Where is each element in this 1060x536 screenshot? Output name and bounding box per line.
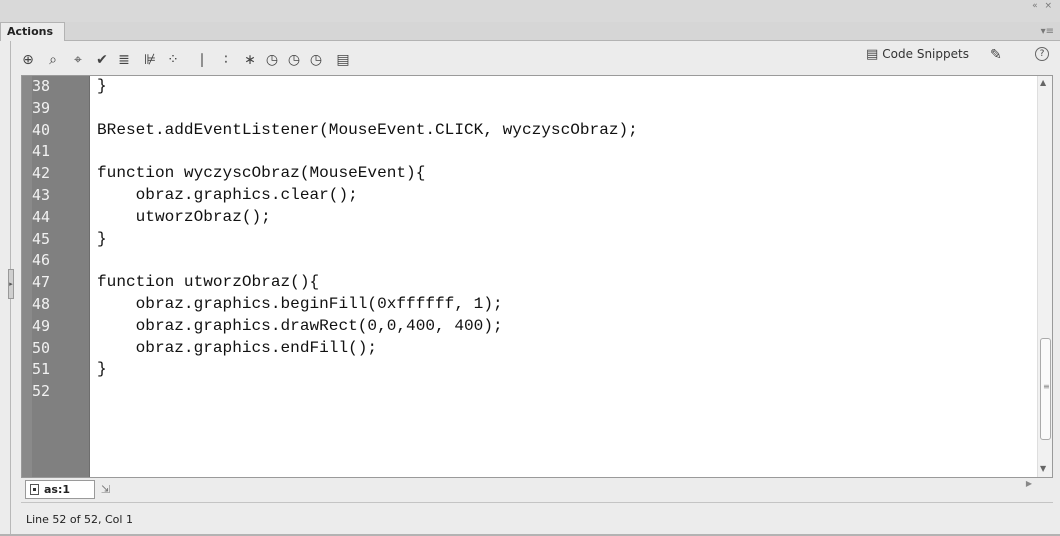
code-line[interactable]: obraz.graphics.beginFill(0xffffff, 1); (97, 294, 503, 315)
code-line[interactable]: } (97, 359, 107, 380)
line-number: 49 (32, 316, 51, 335)
apply-line-comment-icon[interactable]: ◷ (284, 50, 304, 70)
scroll-thumb[interactable]: ≡ (1040, 338, 1051, 440)
line-number: 48 (32, 295, 51, 313)
code-line[interactable]: obraz.graphics.drawRect(0,0,400, 400); (97, 316, 503, 337)
code-snippets-button[interactable]: ▤ Code Snippets (866, 47, 969, 67)
scroll-right-icon[interactable]: ▶ (1026, 479, 1032, 488)
line-number: 40 (32, 120, 51, 139)
line-number: 45 (32, 229, 51, 248)
panel-tab-actions[interactable]: Actions (0, 22, 65, 41)
code-line[interactable]: utworzObraz(); (97, 207, 271, 228)
panel-header-strip: « × (0, 0, 1060, 22)
line-number: 46 (32, 251, 51, 270)
line-number: 47 (32, 273, 51, 292)
scroll-grip-icon: ≡ (1043, 382, 1050, 391)
magic-wand-icon[interactable]: ✎ (990, 47, 1002, 63)
find-icon[interactable]: ⌕ (43, 50, 63, 70)
horizontal-scrollbar[interactable]: ◀ ▶ (21, 478, 1038, 492)
code-snippets-label: Code Snippets (882, 47, 969, 61)
actions-panel: ▸ ⊕ ⌕ ⌖ ✔ ≣ ⊯ ⁘ ∣ ∶ ∗ ◷ ◷ ◷ ▤ ▤ Code Snippets ✎ ? 38 39… (0, 41, 1060, 536)
expand-all-icon[interactable]: ∗ (240, 50, 260, 70)
remove-comment-icon[interactable]: ◷ (306, 50, 326, 70)
code-line[interactable]: obraz.graphics.clear(); (97, 185, 358, 206)
line-number: 39 (32, 98, 51, 117)
scroll-down-icon[interactable]: ▼ (1040, 464, 1046, 473)
code-snippets-icon: ▤ (866, 47, 879, 62)
line-number: 52 (32, 382, 51, 401)
script-tab[interactable]: as:1 (25, 480, 95, 499)
code-line[interactable]: function utworzObraz(){ (97, 272, 319, 293)
apply-block-comment-icon[interactable]: ◷ (262, 50, 282, 70)
collapse-braces-icon[interactable]: ∣ (192, 50, 212, 70)
line-number: 41 (32, 142, 51, 161)
debug-options-icon[interactable]: ⁘ (163, 50, 183, 70)
line-number: 50 (32, 338, 51, 357)
collapse-close-controls[interactable]: « × (1032, 1, 1054, 11)
code-line[interactable]: BReset.addEventListener(MouseEvent.CLICK… (97, 120, 638, 141)
status-divider (21, 502, 1053, 503)
script-tab-label: as:1 (44, 483, 71, 496)
pin-script-icon[interactable]: ⇲ (101, 483, 110, 496)
line-number: 44 (32, 207, 51, 226)
vertical-scrollbar[interactable]: ▲ ≡ ▼ (1037, 76, 1052, 477)
code-line[interactable]: } (97, 229, 107, 250)
gutter-strip (22, 76, 32, 477)
help-icon[interactable]: ? (1035, 47, 1049, 61)
code-hint-icon[interactable]: ⊯ (140, 50, 160, 70)
check-syntax-icon[interactable]: ✔ (92, 50, 112, 70)
script-editor[interactable]: 38 39 40 41 42 43 44 45 46 47 48 49 50 51 52 } BReset.a… (21, 75, 1053, 478)
target-icon[interactable]: ⌖ (68, 50, 88, 70)
toolbox-collapse-handle[interactable]: ▸ (8, 269, 14, 299)
panel-menu-icon[interactable]: ▾≡ (1041, 26, 1054, 37)
auto-format-icon[interactable]: ≣ (114, 50, 134, 70)
code-line[interactable]: } (97, 76, 107, 97)
show-hide-toolbox-icon[interactable]: ▤ (333, 50, 353, 70)
add-statement-icon[interactable]: ⊕ (18, 50, 38, 70)
code-line[interactable]: obraz.graphics.endFill(); (97, 338, 377, 359)
status-bar: Line 52 of 52, Col 1 (26, 513, 133, 526)
script-document-icon (30, 484, 39, 495)
line-number: 51 (32, 360, 51, 379)
line-number: 42 (32, 164, 51, 183)
code-line[interactable]: function wyczyscObraz(MouseEvent){ (97, 163, 425, 184)
collapse-selection-icon[interactable]: ∶ (216, 50, 236, 70)
scroll-up-icon[interactable]: ▲ (1040, 78, 1046, 87)
line-number: 38 (32, 77, 51, 95)
line-number-gutter: 38 39 40 41 42 43 44 45 46 47 48 49 50 51 52 (22, 76, 90, 477)
line-number: 43 (32, 186, 51, 204)
